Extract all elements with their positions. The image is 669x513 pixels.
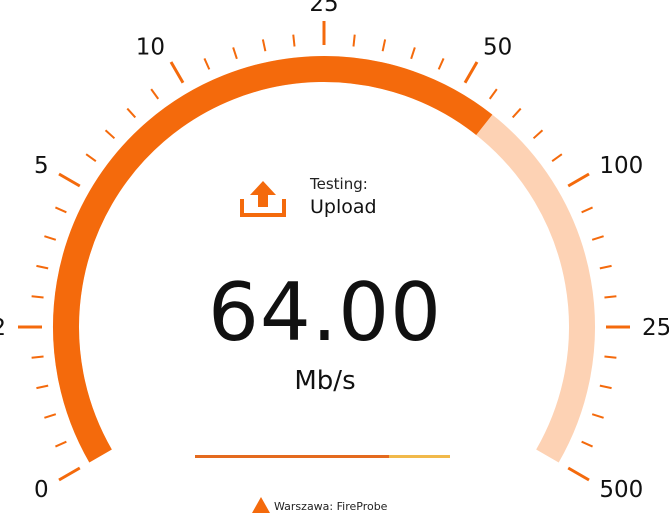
gauge-minor-tick — [36, 264, 49, 270]
status-phase: Upload — [310, 196, 377, 218]
speed-unit: Mb/s — [294, 366, 356, 396]
gauge-minor-tick — [511, 107, 522, 119]
test-progress-fill — [195, 455, 389, 458]
gauge-minor-tick — [85, 153, 97, 163]
gauge-minor-tick — [604, 295, 617, 299]
gauge-scale-label: 5 — [34, 153, 49, 179]
gauge-scale-label: 100 — [599, 153, 643, 179]
gauge-minor-tick — [599, 264, 612, 270]
server-name: Warszawa: FireProbe — [274, 500, 388, 513]
gauge-minor-tick — [381, 39, 387, 52]
gauge-scale-label: 2 — [0, 315, 6, 341]
server-info: Warszawa: FireProbe — [252, 494, 388, 513]
gauge-scale-label: 500 — [599, 477, 643, 503]
gauge-minor-tick — [532, 129, 544, 140]
gauge-scale-label: 0 — [34, 477, 49, 503]
gauge-minor-tick — [599, 384, 612, 390]
gauge-minor-tick — [292, 34, 296, 47]
gauge-minor-tick — [261, 39, 267, 52]
gauge-minor-tick — [44, 235, 57, 241]
upload-icon — [240, 181, 286, 217]
gauge-minor-tick — [126, 107, 137, 119]
gauge-minor-tick — [232, 47, 238, 60]
gauge-minor-tick — [104, 129, 116, 140]
gauge-minor-tick — [36, 384, 49, 390]
speedtest-screen: 025102550100250500 Testing: Upload 64.00… — [0, 0, 669, 513]
gauge-active-arc — [53, 56, 493, 463]
gauge-minor-tick — [410, 47, 416, 60]
gauge-minor-tick — [604, 355, 617, 359]
gauge-scale-label: 10 — [136, 34, 165, 60]
gauge-minor-tick — [591, 413, 604, 419]
gauge-minor-tick — [31, 295, 44, 299]
status-caption: Testing: — [310, 175, 368, 193]
gauge-scale-label: 50 — [483, 34, 512, 60]
gauge-minor-tick — [591, 235, 604, 241]
gauge-minor-tick — [44, 413, 57, 419]
test-status: Testing: Upload — [238, 174, 458, 224]
gauge-scale-label: 25 — [309, 0, 338, 17]
gauge-minor-tick — [203, 58, 211, 70]
gauge-major-tick — [463, 61, 479, 84]
gauge-minor-tick — [437, 58, 445, 70]
test-progress-bar — [195, 455, 450, 458]
speed-value: 64.00 — [207, 266, 443, 359]
gauge-minor-tick — [488, 88, 498, 100]
gauge-minor-tick — [55, 206, 67, 214]
gauge-minor-tick — [551, 153, 563, 163]
gauge-minor-tick — [581, 440, 593, 448]
gauge-minor-tick — [150, 88, 160, 100]
gauge-minor-tick — [31, 355, 44, 359]
gauge-major-tick — [567, 172, 590, 188]
gauge-scale-label: 250 — [642, 315, 669, 341]
gauge-ticks — [18, 21, 630, 482]
gauge-minor-tick — [581, 206, 593, 214]
speed-gauge: 025102550100250500 — [0, 0, 669, 503]
gauge-major-tick — [169, 61, 185, 84]
gauge-minor-tick — [352, 34, 356, 47]
gauge-major-tick — [58, 466, 81, 482]
gauge-minor-tick — [55, 440, 67, 448]
triangle-marker-icon — [252, 497, 270, 513]
gauge-major-tick — [567, 466, 590, 482]
gauge-major-tick — [58, 172, 81, 188]
